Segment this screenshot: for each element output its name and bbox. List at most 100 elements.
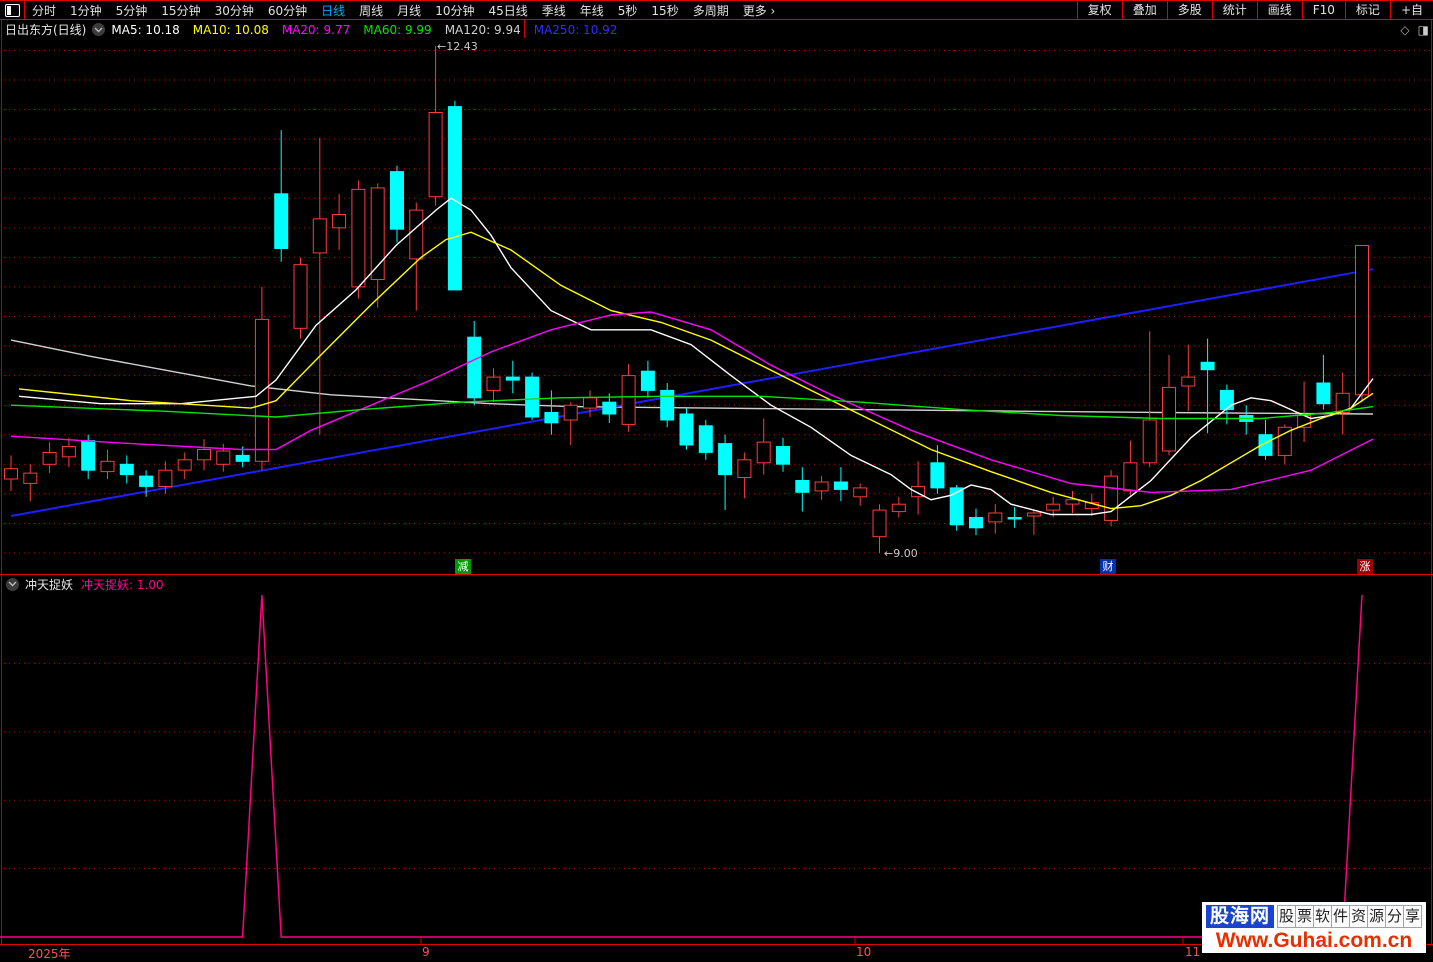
indicator-header: 冲天捉妖 冲天捉妖: 1.00 xyxy=(0,576,164,592)
ma-label-MA250: MA250: 10.92 xyxy=(533,22,618,37)
candle xyxy=(698,425,713,453)
ma-label-MA60: MA60: 9.99 xyxy=(363,22,432,37)
candle xyxy=(177,459,192,471)
candle xyxy=(216,450,231,465)
toolbar-button-统计[interactable]: 统计 xyxy=(1211,1,1257,19)
candle xyxy=(583,397,597,409)
candle xyxy=(1200,361,1215,371)
indicator-line xyxy=(0,594,1363,938)
candle xyxy=(833,481,848,490)
candle xyxy=(776,446,790,465)
candle xyxy=(891,503,906,513)
candle xyxy=(1046,503,1061,511)
candle xyxy=(525,376,540,418)
toolbar-actions: 复权 叠加 多股 统计 画线 F10 标记 +自 xyxy=(1076,1,1433,19)
candle xyxy=(467,336,482,399)
candle xyxy=(621,375,636,425)
candle xyxy=(409,209,424,260)
candle xyxy=(119,463,134,476)
candle xyxy=(640,370,655,391)
candle xyxy=(679,413,694,446)
candle xyxy=(949,487,964,526)
toolbar-button-画线[interactable]: 画线 xyxy=(1256,1,1302,19)
period-tab-45日线[interactable]: 45日线 xyxy=(481,2,534,19)
chevron-down-icon[interactable] xyxy=(92,23,106,36)
watermark-brand: 股海网 xyxy=(1205,905,1274,928)
period-tab-15分钟[interactable]: 15分钟 xyxy=(154,2,207,19)
watermark-tagline: 股票软件资源分享 xyxy=(1277,905,1422,928)
ma-line-MA5 xyxy=(18,197,1374,516)
period-tab-5分钟[interactable]: 5分钟 xyxy=(109,2,155,19)
candle xyxy=(602,401,617,415)
diamond-icon[interactable]: ◇ xyxy=(1400,23,1409,37)
event-flag-减[interactable]: 减 xyxy=(455,559,471,574)
candle xyxy=(61,446,76,458)
toolbar-button-叠加[interactable]: 叠加 xyxy=(1121,1,1167,19)
candle xyxy=(1316,382,1331,405)
period-tab-60分钟[interactable]: 60分钟 xyxy=(261,2,314,19)
time-axis-label: 11 xyxy=(1185,945,1201,959)
period-toolbar: 分时 1分钟 5分钟 15分钟 30分钟 60分钟 日线 周线 月线 10分钟 45日线 季线 年线 5秒… xyxy=(0,0,1433,20)
period-tab-月线[interactable]: 月线 xyxy=(390,2,428,19)
candle xyxy=(235,454,250,462)
candle xyxy=(139,475,154,487)
candle xyxy=(42,452,57,465)
period-tab-多周期[interactable]: 多周期 xyxy=(686,2,736,19)
candle xyxy=(505,376,520,381)
candle xyxy=(1219,389,1234,411)
period-tab-年线[interactable]: 年线 xyxy=(573,2,611,19)
period-tab-1分钟[interactable]: 1分钟 xyxy=(63,2,109,19)
ma-line-MA10 xyxy=(18,231,1374,510)
candle xyxy=(1123,462,1138,492)
toolbar-button-标记[interactable]: 标记 xyxy=(1344,1,1390,19)
chevron-down-icon[interactable] xyxy=(6,577,19,591)
watermark-url: Www.Guhai.com.cn xyxy=(1215,929,1413,952)
candle xyxy=(814,481,829,492)
toolbar-button-F10[interactable]: F10 xyxy=(1301,1,1345,19)
candle xyxy=(100,460,115,473)
candle xyxy=(332,214,347,229)
period-tab-分时[interactable]: 分时 xyxy=(25,2,63,19)
ma-label-MA10: MA10: 10.08 xyxy=(192,22,269,37)
price-and-indicator-chart[interactable] xyxy=(0,0,1433,958)
period-tab-更多 ›[interactable]: 更多 › xyxy=(736,2,783,19)
candle xyxy=(158,469,173,488)
indicator-value: 冲天捉妖: 1.00 xyxy=(81,577,164,592)
period-tab-15秒[interactable]: 15秒 xyxy=(644,2,685,19)
watermark: 股海网 股票软件资源分享 Www.Guhai.com.cn xyxy=(1201,902,1426,953)
candle xyxy=(81,440,96,471)
period-tab-季线[interactable]: 季线 xyxy=(535,2,573,19)
period-tab-30分钟[interactable]: 30分钟 xyxy=(208,2,261,19)
period-tab-10分钟[interactable]: 10分钟 xyxy=(428,2,481,19)
candle xyxy=(293,264,308,329)
candle xyxy=(274,193,289,250)
candle xyxy=(660,389,675,421)
period-tab-周线[interactable]: 周线 xyxy=(352,2,390,19)
toolbar-button-多股[interactable]: 多股 xyxy=(1166,1,1212,19)
toolbar-button-+自[interactable]: +自 xyxy=(1389,1,1433,19)
event-flag-涨[interactable]: 涨 xyxy=(1357,559,1373,574)
candle xyxy=(486,376,501,391)
split-window-icon[interactable]: ◨ xyxy=(1418,23,1429,37)
toolbar-button-复权[interactable]: 复权 xyxy=(1076,1,1122,19)
period-tab-日线[interactable]: 日线 xyxy=(314,2,352,19)
candle xyxy=(872,509,887,538)
window-layout-icon[interactable] xyxy=(5,3,20,17)
tdx-stock-app: { "toolbar": { "items": ["分时","1分钟","5分钟… xyxy=(0,0,1433,961)
event-flag-财[interactable]: 财 xyxy=(1100,559,1116,574)
candle xyxy=(988,512,1003,523)
indicator-name: 冲天捉妖 xyxy=(25,577,74,592)
time-axis-label: 9 xyxy=(422,945,430,959)
ma-label-MA20: MA20: 9.77 xyxy=(281,22,351,37)
candle xyxy=(544,412,559,424)
price-annotation: ←9.00 xyxy=(884,547,918,560)
candle xyxy=(737,459,752,478)
price-annotation: ←12.43 xyxy=(437,40,478,53)
candle xyxy=(1007,517,1022,520)
candle xyxy=(1181,376,1196,387)
candle xyxy=(1104,475,1119,521)
period-tab-5秒[interactable]: 5秒 xyxy=(611,2,645,19)
candle xyxy=(718,443,733,476)
candle xyxy=(1355,245,1369,396)
ma-value-labels: MA5: 10.18 MA10: 10.08 MA20: 9.77 MA60: 9.9… xyxy=(111,23,630,37)
